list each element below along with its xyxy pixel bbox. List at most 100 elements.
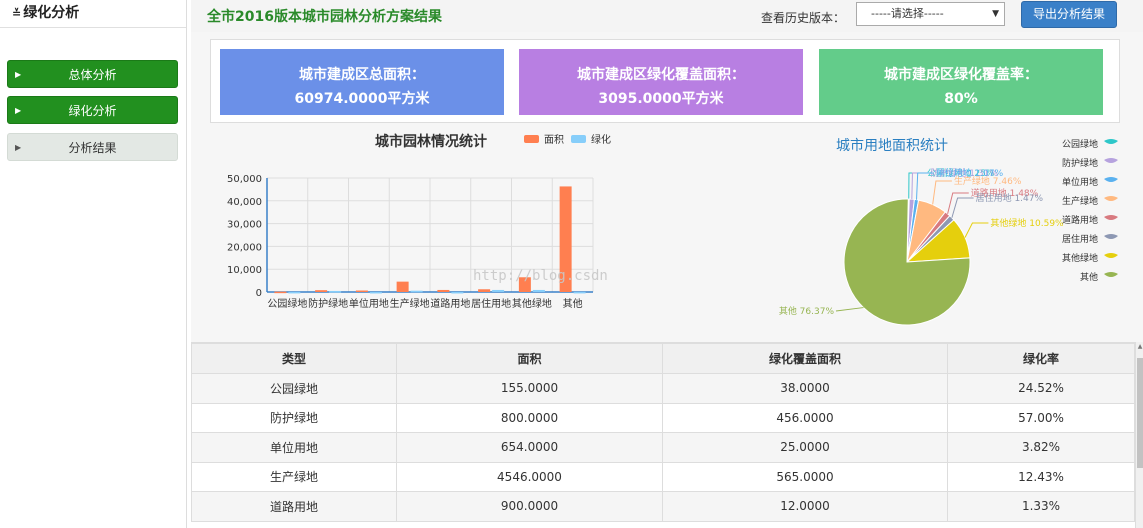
chevron-down-icon: ≚ xyxy=(12,7,22,20)
cell-type: 防护绿地 xyxy=(191,402,397,433)
column-header-green-area[interactable]: 绿化覆盖面积 xyxy=(662,343,948,374)
chevron-right-icon: ▶ xyxy=(15,106,22,115)
bar xyxy=(410,290,423,293)
cell-green-area: 25.0000 xyxy=(662,432,948,463)
dropdown-arrow-icon: ▼ xyxy=(992,9,999,19)
bar xyxy=(369,291,382,294)
x-tick-label: 防护绿地 xyxy=(308,297,348,310)
legend-swatch xyxy=(1104,177,1118,182)
x-tick-label: 生产绿地 xyxy=(390,297,430,310)
bar xyxy=(451,291,464,294)
bar xyxy=(355,290,368,293)
export-button[interactable]: 导出分析结果 xyxy=(1021,1,1117,28)
scroll-up-icon[interactable]: ▲ xyxy=(1136,342,1143,352)
pie-leader xyxy=(911,172,929,200)
column-header-green-rate[interactable]: 绿化率 xyxy=(947,343,1135,374)
x-tick-label: 其他 xyxy=(563,297,583,310)
pie-leader xyxy=(947,192,969,214)
legend-label: 居住用地 xyxy=(1062,233,1098,245)
sidebar-item-greening[interactable]: ▶ 绿化分析 xyxy=(7,96,178,124)
sidebar: ≚ 绿化分析 ▶ 总体分析 ▶ 绿化分析 ▶ 分析结果 xyxy=(0,0,187,528)
legend-label: 防护绿地 xyxy=(1062,157,1098,169)
cell-green-rate: 1.33% xyxy=(947,491,1135,522)
bar xyxy=(274,291,287,294)
version-select[interactable]: -----请选择----- ▼ xyxy=(856,2,1005,26)
green-rate-card: 城市建成区绿化覆盖率： 80% xyxy=(819,49,1103,115)
legend-swatch xyxy=(1104,139,1118,144)
results-table: 类型 面积 绿化覆盖面积 绿化率 公园绿地 155.0000 38.0000 24.5… xyxy=(191,342,1135,528)
column-header-type[interactable]: 类型 xyxy=(191,343,397,374)
pie-leader xyxy=(964,222,989,238)
legend-swatch xyxy=(571,135,586,143)
y-tick-label: 20,000 xyxy=(227,242,262,253)
legend-label: 公园绿地 xyxy=(1062,138,1098,150)
sidebar-item-results[interactable]: ▶ 分析结果 xyxy=(7,133,178,161)
table-row[interactable]: 公园绿地 155.0000 38.0000 24.52% xyxy=(191,373,1135,404)
pie-leader xyxy=(932,180,952,205)
bar xyxy=(478,289,491,292)
y-tick-label: 50,000 xyxy=(227,174,262,185)
table-row[interactable]: 生产绿地 4546.0000 565.0000 12.43% xyxy=(191,461,1135,492)
table-scrollbar[interactable]: ▲ xyxy=(1135,342,1143,528)
top-bar: 全市2016版本城市园林分析方案结果 查看历史版本： -----请选择-----… xyxy=(191,0,1143,32)
green-rate-label: 城市建成区绿化覆盖率： xyxy=(884,67,1038,83)
watermark: http://blog.csdn.net/ xyxy=(473,268,611,284)
table-row[interactable]: 防护绿地 800.0000 456.0000 57.00% xyxy=(191,402,1135,433)
green-area-value: 3095.0000平方米 xyxy=(598,91,724,107)
y-tick-label: 0 xyxy=(256,288,262,299)
cell-area: 800.0000 xyxy=(396,402,663,433)
bar xyxy=(532,289,545,292)
bar-chart-title: 城市园林情况统计 xyxy=(375,133,487,150)
pie-label: 生产绿地 7.46% xyxy=(954,175,1022,187)
legend-swatch xyxy=(1104,158,1118,163)
legend-swatch xyxy=(1104,253,1118,258)
cell-green-area: 565.0000 xyxy=(662,461,948,492)
table-header-row: 类型 面积 绿化覆盖面积 绿化率 xyxy=(191,343,1135,374)
cell-green-rate: 24.52% xyxy=(947,373,1135,404)
pie-chart: 城市用地面积统计公园绿地 0.25%防护绿地 1.31%单位用地 1.07%生产… xyxy=(779,137,1118,326)
cell-green-rate: 12.43% xyxy=(947,461,1135,492)
legend-label: 单位用地 xyxy=(1062,176,1098,188)
pie-leader xyxy=(835,307,864,312)
pie-leader xyxy=(951,197,974,218)
table-row[interactable]: 道路用地 900.0000 12.0000 1.33% xyxy=(191,491,1135,522)
main-panel: 全市2016版本城市园林分析方案结果 查看历史版本： -----请选择-----… xyxy=(191,0,1143,528)
sidebar-item-label: 绿化分析 xyxy=(68,104,117,118)
table-row[interactable]: 单位用地 654.0000 25.0000 3.82% xyxy=(191,432,1135,463)
cell-green-area: 38.0000 xyxy=(662,373,948,404)
scroll-thumb[interactable] xyxy=(1137,358,1143,468)
legend-swatch xyxy=(1104,196,1118,201)
bar xyxy=(492,289,505,292)
bar xyxy=(396,281,409,292)
chart-area: 城市园林情况统计 面积 绿化覆盖面积 0 10,000 20,000 30,000 40,00… xyxy=(191,126,1143,340)
pie-chart-title: 城市用地面积统计 xyxy=(836,137,948,154)
bar xyxy=(315,290,328,292)
cell-area: 4546.0000 xyxy=(396,461,663,492)
sidebar-item-label: 分析结果 xyxy=(68,141,117,155)
legend-label: 面积 xyxy=(544,134,564,146)
sidebar-item-overall[interactable]: ▶ 总体分析 xyxy=(7,60,178,88)
version-select-value: -----请选择----- xyxy=(871,7,944,20)
total-area-label: 城市建成区总面积： xyxy=(299,67,425,83)
legend-swatch xyxy=(1104,272,1118,277)
legend-label: 其他绿地 xyxy=(1062,252,1098,264)
legend-swatch xyxy=(524,135,539,143)
sidebar-title: ≚ 绿化分析 xyxy=(0,0,186,28)
bar-chart: 城市园林情况统计 面积 绿化覆盖面积 0 10,000 20,000 30,000 40,00… xyxy=(227,133,611,310)
x-tick-label: 公园绿地 xyxy=(267,297,307,310)
pie-label: 其他绿地 10.59% xyxy=(990,217,1064,229)
chevron-right-icon: ▶ xyxy=(15,143,22,152)
pie-label: 其他 76.37% xyxy=(779,305,835,317)
green-area-label: 城市建成区绿化覆盖面积： xyxy=(577,67,745,83)
legend-label: 生产绿地 xyxy=(1062,195,1098,207)
cell-area: 654.0000 xyxy=(396,432,663,463)
bar xyxy=(573,291,586,294)
green-area-card: 城市建成区绿化覆盖面积： 3095.0000平方米 xyxy=(519,49,803,115)
column-header-area[interactable]: 面积 xyxy=(396,343,663,374)
cell-area: 155.0000 xyxy=(396,373,663,404)
legend-swatch xyxy=(1104,215,1118,220)
cell-type: 公园绿地 xyxy=(191,373,397,404)
cell-green-area: 456.0000 xyxy=(662,402,948,433)
legend-label: 绿化覆盖面积 xyxy=(591,133,611,146)
history-version-label: 查看历史版本： xyxy=(761,11,846,25)
